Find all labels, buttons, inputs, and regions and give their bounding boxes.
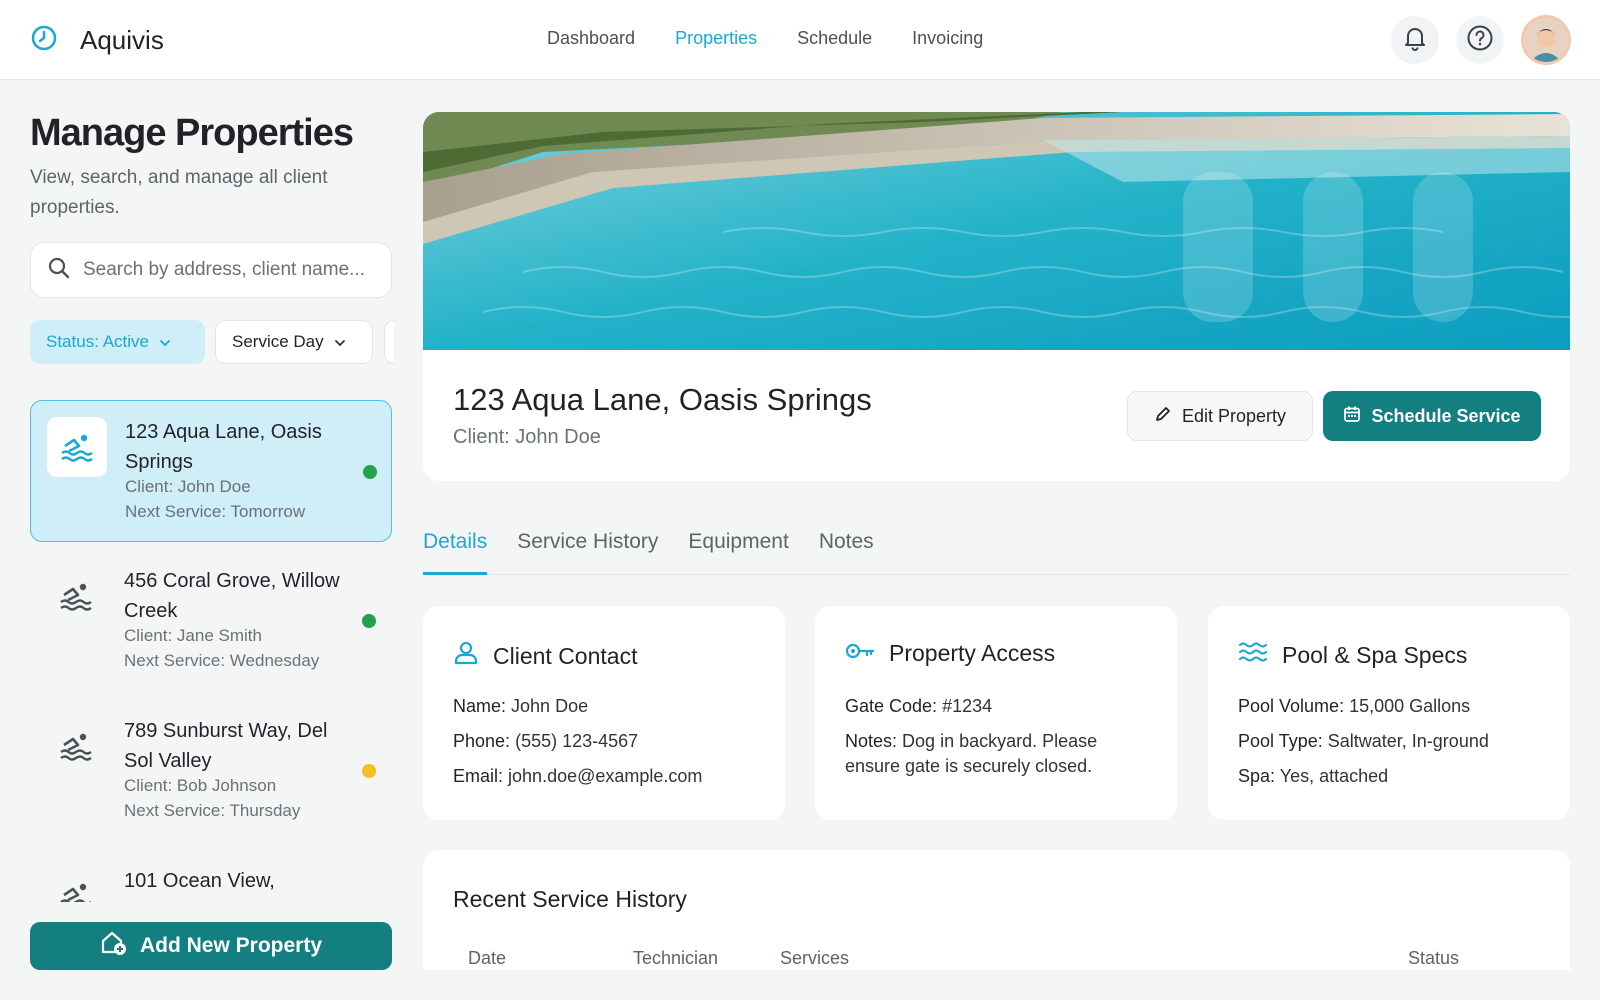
property-client: Client: Bob Johnson	[124, 776, 277, 795]
history-title: Recent Service History	[453, 886, 687, 912]
bell-icon	[1403, 25, 1427, 56]
question-circle-icon	[1466, 24, 1494, 57]
status-dot	[363, 465, 377, 479]
card-title: Client Contact	[493, 642, 638, 669]
access-notes: Notes: Dog in backyard. Please ensure ga…	[845, 731, 1098, 776]
swimmer-icon	[46, 716, 106, 776]
more-filters-button[interactable]	[384, 320, 394, 364]
property-next-service: Next Service: Tomorrow	[125, 502, 306, 521]
property-client: Client: John Doe	[125, 477, 251, 496]
status-filter[interactable]: Status: Active	[30, 320, 205, 364]
search-icon	[47, 256, 71, 285]
notifications-button[interactable]	[1391, 16, 1439, 64]
property-list: 123 Aqua Lane, Oasis Springs Client: Joh…	[30, 400, 392, 902]
key-icon	[845, 640, 875, 667]
main-nav: Dashboard Properties Schedule Invoicing	[547, 28, 983, 49]
property-list-item[interactable]: 456 Coral Grove, Willow Creek Client: Ja…	[30, 550, 392, 692]
property-summary-card: 123 Aqua Lane, Oasis Springs Client: Joh…	[423, 350, 1570, 481]
nav-dashboard[interactable]: Dashboard	[547, 28, 635, 49]
pool-type: Pool Type: Saltwater, In-ground	[1238, 731, 1489, 751]
contact-email[interactable]: Email: john.doe@example.com	[453, 764, 763, 789]
pencil-icon	[1154, 405, 1172, 428]
tab-notes[interactable]: Notes	[819, 520, 874, 575]
property-next-service: Next Service: Thursday	[124, 801, 301, 820]
status-dot	[362, 614, 376, 628]
client-contact-card: Client Contact Name: John Doe Phone: (55…	[423, 606, 785, 820]
tab-service-history[interactable]: Service History	[517, 520, 658, 575]
search-box[interactable]	[30, 242, 392, 298]
nav-invoicing[interactable]: Invoicing	[912, 28, 983, 49]
property-list-item[interactable]: 101 Ocean View,	[30, 850, 392, 902]
add-new-property-label: Add New Property	[139, 934, 323, 957]
waves-icon	[1238, 640, 1268, 670]
property-list-item[interactable]: 789 Sunburst Way, Del Sol Valley Client:…	[30, 700, 392, 842]
app-name: Aquivis	[80, 25, 164, 55]
page-subtitle: View, search, and manage all client prop…	[30, 167, 328, 218]
nav-properties[interactable]: Properties	[675, 28, 757, 49]
property-tabs: Details Service History Equipment Notes	[423, 520, 1570, 575]
user-icon	[453, 640, 479, 672]
property-address: 789 Sunburst Way, Del Sol Valley	[124, 720, 328, 772]
property-address: 456 Coral Grove, Willow Creek	[124, 570, 340, 622]
swimmer-icon	[47, 417, 107, 477]
column-header-services[interactable]: Services	[780, 948, 849, 969]
edit-property-button[interactable]: Edit Property	[1127, 391, 1313, 441]
property-client-name: Client: John Doe	[453, 426, 601, 448]
spa-info: Spa: Yes, attached	[1238, 766, 1389, 786]
card-title: Pool & Spa Specs	[1282, 641, 1468, 668]
gate-code: Gate Code: #1234	[845, 696, 993, 716]
page-title: Manage Properties	[30, 112, 354, 154]
edit-property-label: Edit Property	[1181, 405, 1287, 426]
search-input[interactable]	[83, 259, 373, 281]
property-address: 123 Aqua Lane, Oasis Springs	[125, 421, 322, 473]
property-list-item[interactable]: 123 Aqua Lane, Oasis Springs Client: Joh…	[30, 400, 392, 542]
contact-phone: Phone: (555) 123-4567	[453, 731, 639, 751]
schedule-service-label: Schedule Service	[1371, 405, 1521, 426]
card-title: Property Access	[889, 640, 1056, 666]
contact-name: Name: John Doe	[453, 696, 589, 716]
property-client: Client: Jane Smith	[124, 626, 262, 645]
status-dot	[362, 764, 376, 778]
nav-schedule[interactable]: Schedule	[797, 28, 872, 49]
service-day-filter-label: Service Day	[232, 332, 324, 351]
house-plus-icon	[100, 929, 128, 963]
property-next-service: Next Service: Wednesday	[124, 651, 320, 670]
property-hero-image	[423, 112, 1570, 350]
pool-spa-specs-card: Pool & Spa Specs Pool Volume: 15,000 Gal…	[1208, 606, 1570, 820]
clock-logo-icon	[30, 24, 58, 57]
calendar-icon	[1343, 405, 1361, 428]
service-day-filter[interactable]: Service Day	[215, 320, 373, 364]
add-new-property-button[interactable]: Add New Property	[30, 922, 392, 970]
status-filter-label: Status: Active	[46, 332, 149, 351]
column-header-status[interactable]: Status	[1408, 948, 1459, 969]
chevron-down-icon	[159, 332, 171, 352]
top-navigation-bar: Aquivis Dashboard Properties Schedule In…	[0, 0, 1600, 80]
column-header-technician[interactable]: Technician	[633, 948, 718, 969]
chevron-down-icon	[334, 332, 346, 352]
column-header-date[interactable]: Date	[468, 948, 506, 969]
viewport-bottom	[0, 970, 1600, 1000]
user-avatar[interactable]	[1521, 15, 1571, 65]
swimmer-icon	[46, 866, 106, 902]
pool-volume: Pool Volume: 15,000 Gallons	[1238, 696, 1471, 716]
property-access-card: Property Access Gate Code: #1234 Notes: …	[815, 606, 1177, 820]
tab-equipment[interactable]: Equipment	[688, 520, 788, 575]
property-title: 123 Aqua Lane, Oasis Springs	[453, 382, 872, 417]
property-address: 101 Ocean View,	[124, 870, 275, 892]
swimmer-icon	[46, 566, 106, 626]
help-button[interactable]	[1456, 16, 1504, 64]
brand[interactable]: Aquivis	[30, 24, 164, 57]
schedule-service-button[interactable]: Schedule Service	[1323, 391, 1541, 441]
tab-details[interactable]: Details	[423, 520, 488, 575]
